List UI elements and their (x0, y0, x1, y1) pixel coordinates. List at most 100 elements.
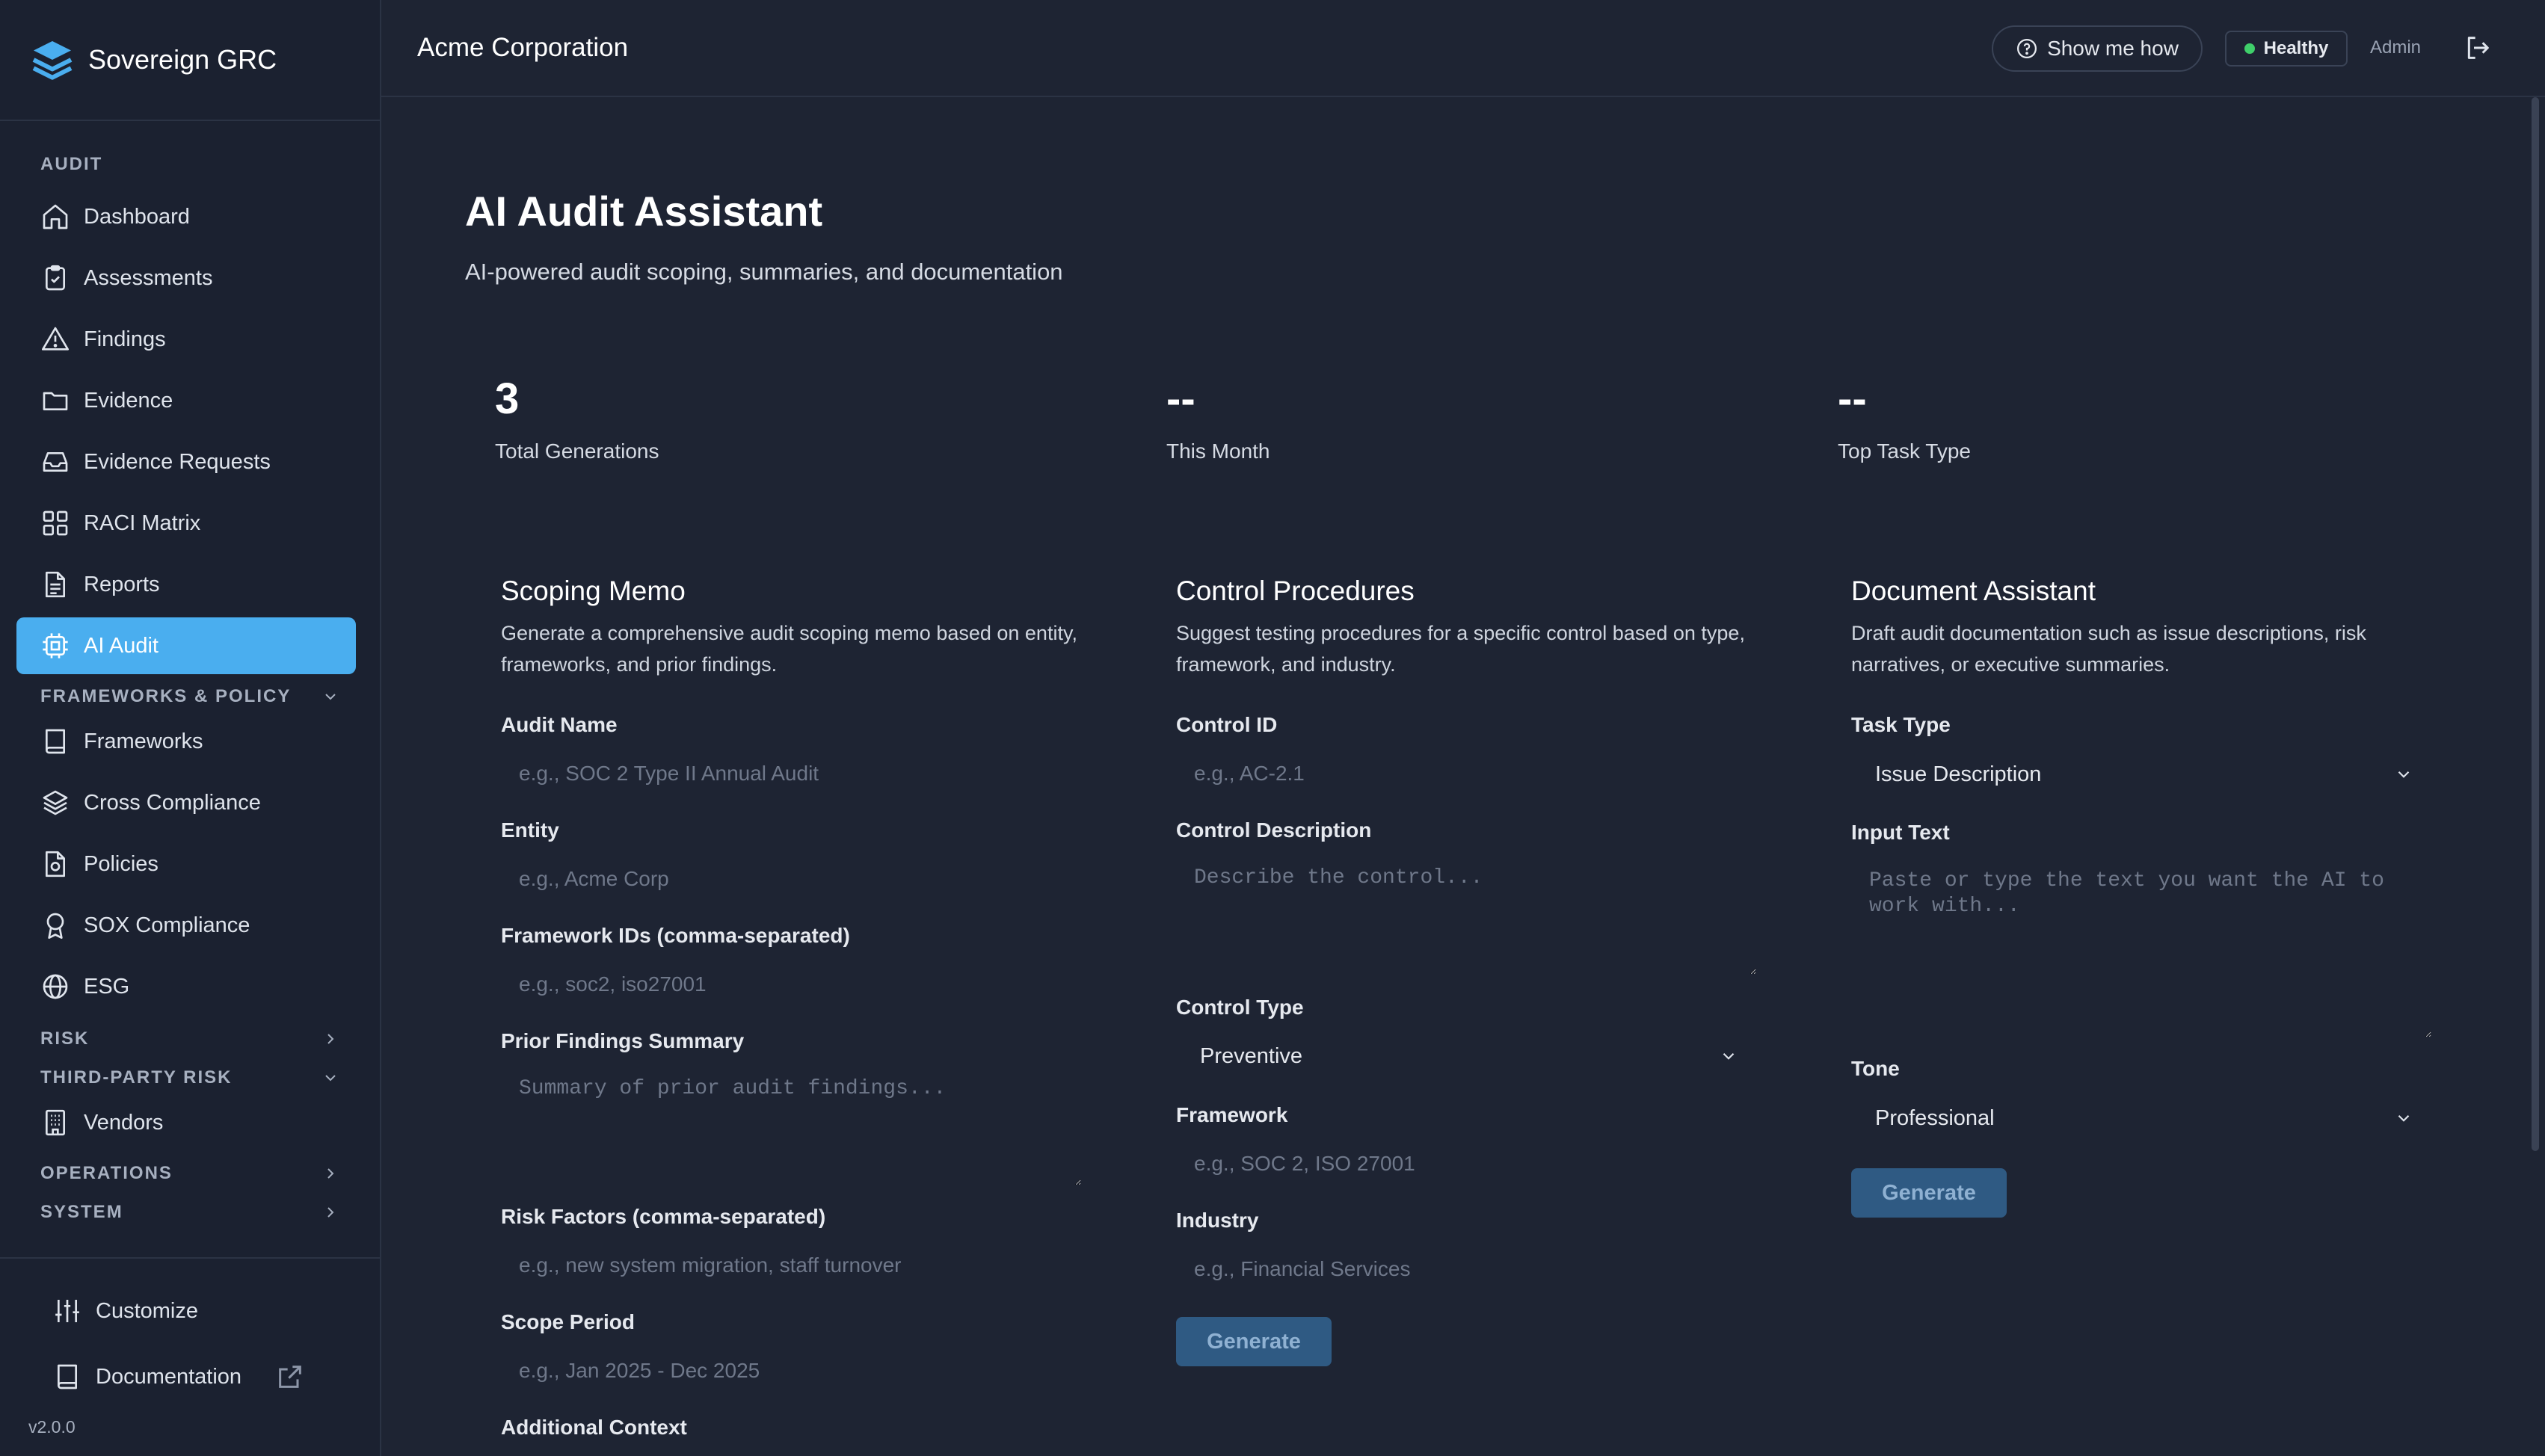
user-role: Admin (2370, 37, 2422, 58)
stat-value: -- (1166, 374, 1195, 423)
framework-ids-input[interactable] (501, 961, 1081, 1008)
additional-context-label: Additional Context (501, 1416, 687, 1439)
control-generate-button[interactable]: Generate (1176, 1317, 1332, 1366)
risk-factors-input[interactable] (501, 1242, 1081, 1289)
sidebar-item-reports[interactable]: Reports (16, 556, 356, 613)
logout-icon[interactable] (2463, 33, 2493, 63)
page-title: AI Audit Assistant (465, 188, 823, 235)
documentation-link[interactable]: Documentation (52, 1354, 344, 1399)
sidebar-item-label: RACI Matrix (84, 510, 201, 535)
section-operations[interactable]: OPERATIONS (40, 1163, 339, 1184)
chevron-right-icon (327, 1207, 334, 1218)
customize-label: Customize (96, 1298, 198, 1323)
sidebar-item-esg[interactable]: ESG (16, 958, 356, 1015)
chevron-right-icon (327, 1034, 334, 1044)
sidebar-item-label: ESG (84, 974, 130, 999)
tone-label: Tone (1851, 1057, 1900, 1080)
entity-input[interactable] (501, 856, 1081, 902)
show-me-how-button[interactable]: Show me how (1992, 25, 2203, 72)
grid-icon (43, 510, 68, 536)
task-type-value: Issue Description (1875, 762, 2042, 786)
sidebar-item-label: Reports (84, 572, 160, 596)
control-type-label: Control Type (1176, 996, 1304, 1019)
control-description-textarea[interactable] (1176, 857, 1756, 975)
sidebar-item-label: Vendors (84, 1110, 164, 1135)
building-icon (46, 1109, 65, 1136)
sidebar-item-label: Assessments (84, 265, 213, 290)
sidebar-item-raci-matrix[interactable]: RACI Matrix (16, 495, 356, 552)
stat-label: This Month (1166, 439, 1270, 463)
section-frameworks-label: FRAMEWORKS & POLICY (40, 686, 292, 706)
sidebar-item-assessments[interactable]: Assessments (16, 250, 356, 306)
section-risk[interactable]: RISK (40, 1028, 339, 1049)
sidebar-item-sox-compliance[interactable]: SOX Compliance (16, 897, 356, 954)
sidebar-item-ai-audit[interactable]: AI Audit (16, 617, 356, 674)
sidebar-item-label: Cross Compliance (84, 790, 261, 815)
audit-name-input[interactable] (501, 750, 1081, 797)
scope-period-input[interactable] (501, 1348, 1081, 1394)
task-type-label: Task Type (1851, 713, 1951, 736)
tone-value: Professional (1875, 1105, 1995, 1130)
stat-this-month: -- This Month (1166, 374, 1270, 463)
control-procedures-card: Control Procedures Suggest testing proce… (1176, 576, 1774, 680)
stat-label: Total Generations (495, 439, 659, 463)
card-title: Control Procedures (1176, 576, 1415, 606)
industry-label: Industry (1176, 1209, 1259, 1232)
document-generate-button[interactable]: Generate (1851, 1168, 2007, 1218)
section-audit-label: AUDIT (40, 154, 103, 174)
tone-select[interactable]: Professional (1851, 1095, 2431, 1141)
section-system[interactable]: SYSTEM (40, 1202, 339, 1223)
section-system-label: SYSTEM (40, 1202, 123, 1222)
control-type-value: Preventive (1200, 1043, 1303, 1068)
app-version: v2.0.0 (28, 1417, 76, 1437)
sidebar-item-label: Evidence (84, 388, 173, 413)
sidebar-item-vendors[interactable]: Vendors (16, 1094, 356, 1151)
section-risk-label: RISK (40, 1028, 90, 1049)
sidebar-item-evidence-requests[interactable]: Evidence Requests (16, 434, 356, 490)
prior-findings-textarea[interactable] (501, 1067, 1081, 1185)
stat-top-task-type: -- Top Task Type (1838, 374, 1971, 463)
home-icon (43, 204, 68, 229)
sliders-icon (55, 1300, 79, 1322)
section-third-party-label: THIRD-PARTY RISK (40, 1067, 233, 1088)
help-circle-icon (2017, 39, 2037, 58)
control-id-label: Control ID (1176, 713, 1278, 736)
section-frameworks-policy[interactable]: FRAMEWORKS & POLICY (40, 686, 339, 707)
brand[interactable]: Sovereign GRC (0, 0, 380, 121)
chevron-right-icon (327, 1168, 334, 1179)
sidebar-item-label: Evidence Requests (84, 449, 271, 474)
task-type-select[interactable]: Issue Description (1851, 751, 2431, 798)
sidebar-item-dashboard[interactable]: Dashboard (16, 188, 356, 245)
health-status-label: Healthy (2263, 38, 2329, 58)
framework-ids-label: Framework IDs (comma-separated) (501, 924, 850, 947)
sidebar-item-policies[interactable]: Policies (16, 836, 356, 892)
control-type-select[interactable]: Preventive (1176, 1033, 1756, 1079)
sidebar-item-label: AI Audit (84, 633, 159, 658)
sidebar-item-findings[interactable]: Findings (16, 311, 356, 368)
stat-total-generations: 3 Total Generations (495, 374, 659, 463)
sidebar-item-frameworks[interactable]: Frameworks (16, 713, 356, 770)
inbox-icon (43, 452, 68, 472)
document-icon (46, 571, 65, 598)
scope-period-label: Scope Period (501, 1310, 635, 1333)
section-third-party-risk[interactable]: THIRD-PARTY RISK (40, 1067, 339, 1088)
framework-input[interactable] (1176, 1141, 1756, 1187)
chevron-down-icon (325, 1075, 336, 1082)
customize-button[interactable]: Customize (52, 1289, 344, 1333)
status-dot-icon (2244, 43, 2255, 54)
sidebar-item-cross-compliance[interactable]: Cross Compliance (16, 774, 356, 831)
industry-input[interactable] (1176, 1246, 1756, 1292)
control-id-input[interactable] (1176, 750, 1756, 797)
book-icon (58, 1364, 77, 1389)
sidebar-item-evidence[interactable]: Evidence (16, 372, 356, 429)
topbar: Acme Corporation Show me how Healthy Adm… (381, 0, 2545, 97)
award-icon (46, 913, 64, 939)
health-status-badge: Healthy (2225, 31, 2348, 67)
section-operations-label: OPERATIONS (40, 1163, 173, 1183)
entity-label: Entity (501, 818, 559, 842)
sidebar-item-label: SOX Compliance (84, 913, 250, 937)
external-link-icon (279, 1366, 301, 1388)
scrollbar-thumb[interactable] (2532, 97, 2539, 1151)
input-text-textarea[interactable] (1851, 860, 2431, 1037)
section-audit[interactable]: AUDIT (40, 154, 339, 175)
